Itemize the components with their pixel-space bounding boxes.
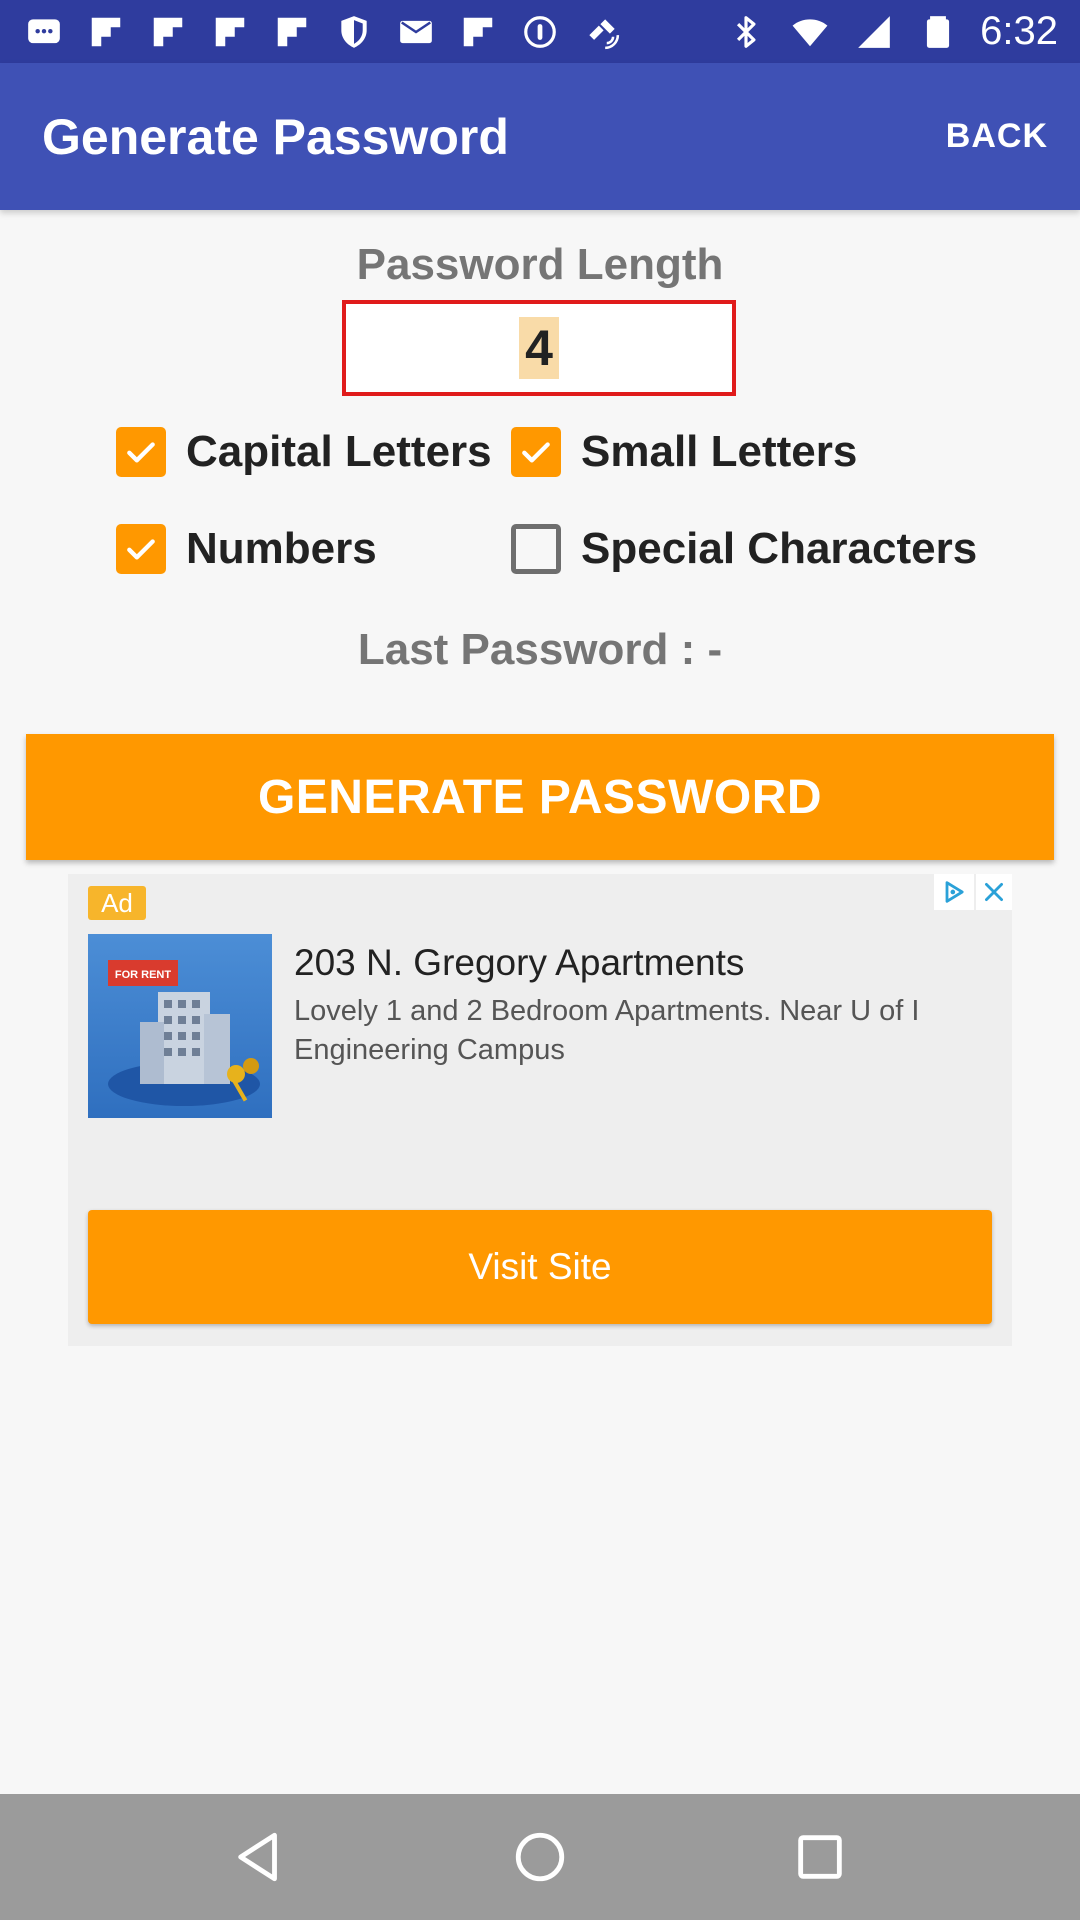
generate-password-button[interactable]: GENERATE PASSWORD [26, 734, 1054, 860]
app-icon [518, 12, 562, 52]
app-bar: Generate Password BACK [0, 63, 1080, 210]
for-rent-sign: FOR RENT [115, 969, 172, 981]
flipboard-icon [208, 12, 252, 52]
small-letters-checkbox[interactable]: Small Letters [511, 427, 857, 477]
flipboard-icon [84, 12, 128, 52]
navigation-bar [0, 1794, 1080, 1920]
password-length-label: Password Length [356, 240, 724, 289]
back-icon[interactable] [215, 1812, 305, 1902]
checkbox-checked-icon [116, 427, 166, 477]
ad-title[interactable]: 203 N. Gregory Apartments [294, 942, 744, 984]
capital-letters-label: Capital Letters [186, 427, 492, 476]
visit-site-button[interactable]: Visit Site [88, 1210, 992, 1324]
special-characters-label: Special Characters [581, 524, 978, 573]
bluetooth-icon [724, 12, 768, 52]
shield-icon [332, 12, 376, 52]
numbers-label: Numbers [186, 524, 377, 573]
ad-image[interactable]: FOR RENT [88, 934, 272, 1118]
signal-icon [852, 12, 896, 52]
chat-icon [22, 12, 66, 52]
battery-icon [916, 12, 960, 52]
capital-letters-checkbox[interactable]: Capital Letters [116, 427, 492, 477]
home-icon[interactable] [495, 1812, 585, 1902]
close-icon[interactable] [976, 874, 1012, 910]
status-bar: 6:32 [0, 0, 1080, 63]
password-length-input[interactable]: 4 [342, 300, 736, 396]
last-password-text: Last Password : - [357, 625, 723, 674]
recents-icon[interactable] [775, 1812, 865, 1902]
notification-icons [22, 12, 624, 52]
checkbox-unchecked-icon [511, 524, 561, 574]
flipboard-icon [456, 12, 500, 52]
back-button[interactable]: BACK [946, 117, 1048, 156]
mail-icon [394, 12, 438, 52]
page-title: Generate Password [42, 108, 509, 165]
system-icons: 6:32 [724, 9, 1058, 54]
password-length-value: 4 [519, 317, 559, 379]
fake-gps-icon [580, 12, 624, 52]
adchoices-icon[interactable] [934, 874, 974, 910]
ad-badge: Ad [88, 886, 146, 920]
flipboard-icon [270, 12, 314, 52]
checkbox-checked-icon [511, 427, 561, 477]
numbers-checkbox[interactable]: Numbers [116, 524, 377, 574]
flipboard-icon [146, 12, 190, 52]
special-characters-checkbox[interactable]: Special Characters [511, 524, 977, 574]
wifi-icon [788, 12, 832, 52]
ad-description: Lovely 1 and 2 Bedroom Apartments. Near … [294, 995, 920, 1066]
ad-banner[interactable]: Ad FOR RENT 203 N. Gregory Apartments Lo… [68, 874, 1012, 1346]
small-letters-label: Small Letters [581, 427, 858, 476]
checkbox-checked-icon [116, 524, 166, 574]
status-time: 6:32 [980, 9, 1058, 53]
